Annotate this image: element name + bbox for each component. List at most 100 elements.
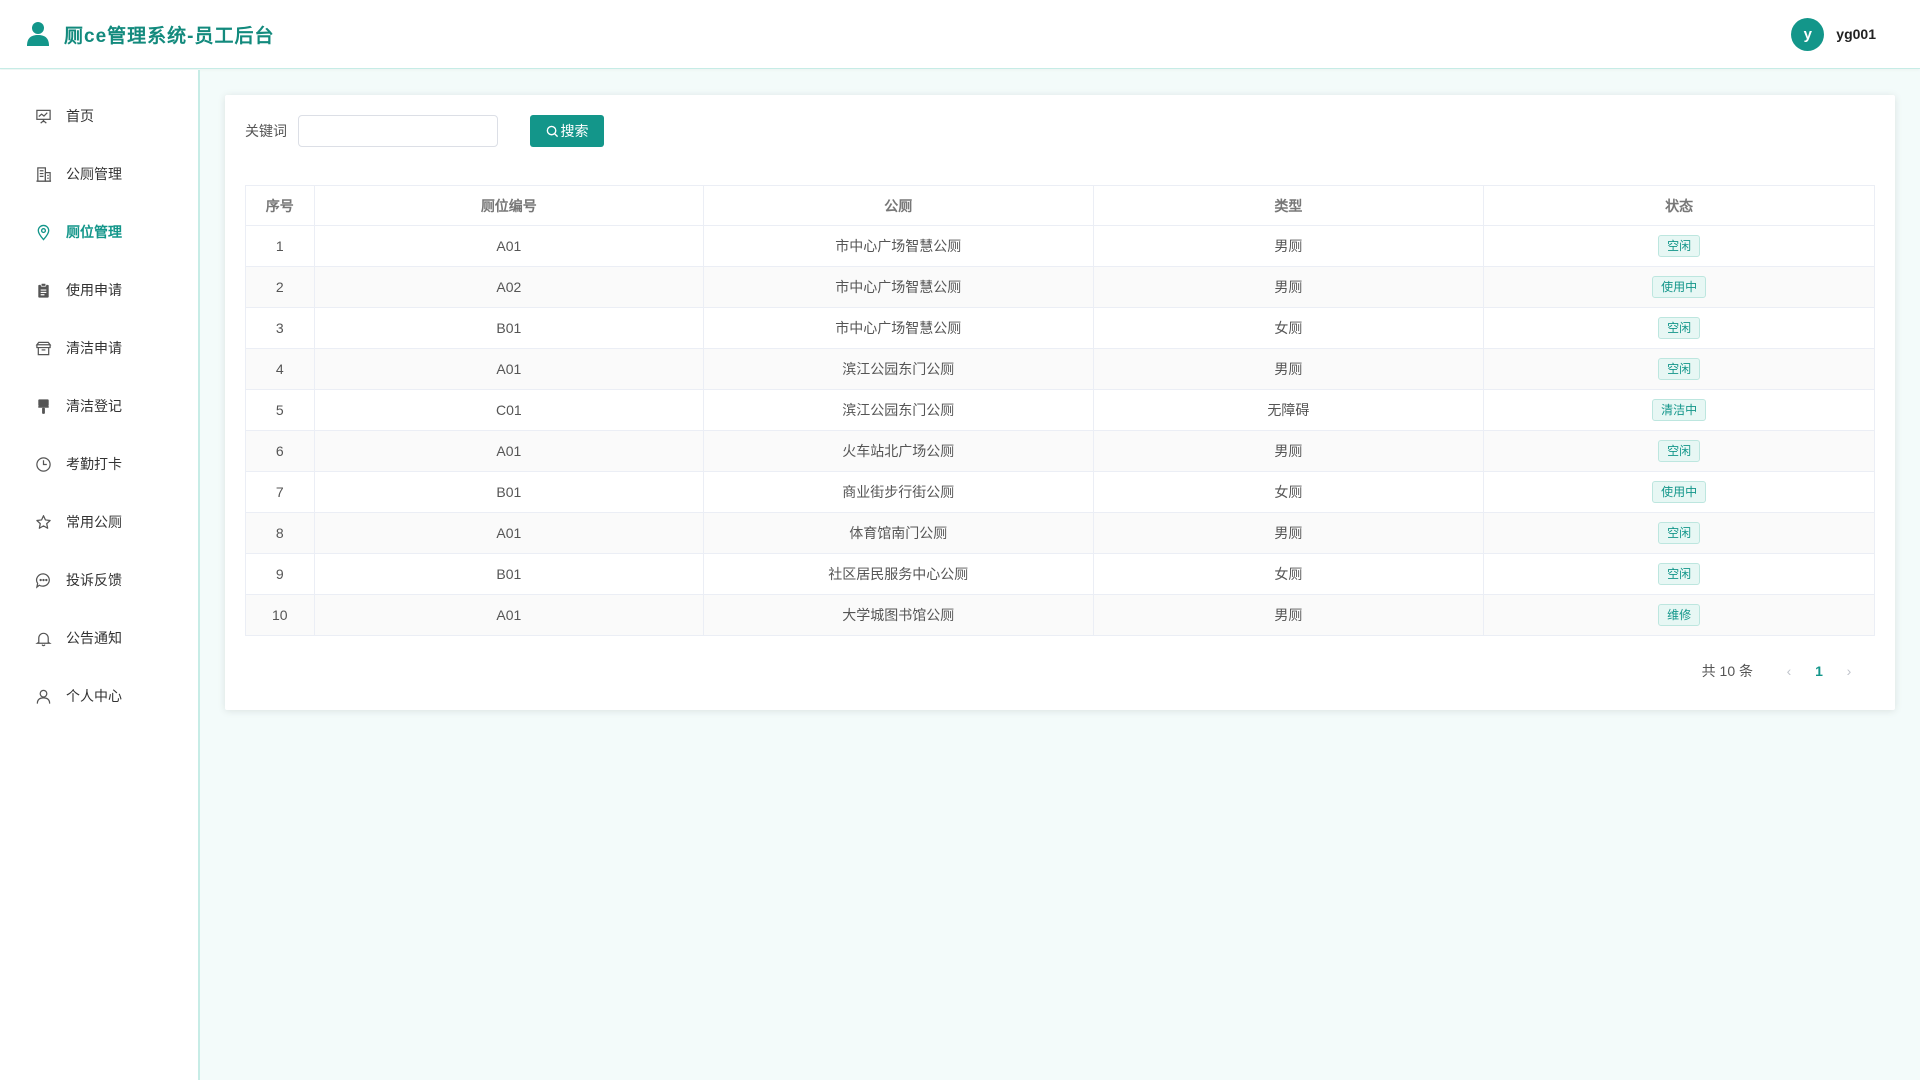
pagination: 共 10 条 ‹ 1 › xyxy=(1702,661,1859,681)
brush-icon xyxy=(38,398,49,414)
table-row[interactable]: 1 A01 市中心广场智慧公厕 男厕 空闲 xyxy=(245,225,1875,267)
sidebar-item-cleaning-request[interactable]: 清洁申请 xyxy=(0,319,198,377)
prev-page-icon[interactable]: ‹ xyxy=(1779,663,1799,679)
search-icon xyxy=(546,125,558,137)
table-row[interactable]: 10 A01 大学城图书馆公厕 男厕 维修 xyxy=(245,594,1875,636)
sidebar-item-profile[interactable]: 个人中心 xyxy=(0,667,198,725)
cell-status: 使用中 xyxy=(1483,471,1875,513)
cell-index: 9 xyxy=(245,553,315,595)
sidebar-item-cleaning-register[interactable]: 清洁登记 xyxy=(0,377,198,435)
chat-bubble-icon xyxy=(35,572,50,589)
page-number[interactable]: 1 xyxy=(1799,663,1839,679)
box-icon xyxy=(35,341,52,355)
cell-status: 清洁中 xyxy=(1483,389,1875,431)
sidebar-item-complaint-feedback[interactable]: 投诉反馈 xyxy=(0,551,198,609)
cell-status: 空闲 xyxy=(1483,430,1875,472)
column-header-type: 类型 xyxy=(1092,185,1485,226)
table-row[interactable]: 8 A01 体育馆南门公厕 男厕 空闲 xyxy=(245,512,1875,554)
bell-icon xyxy=(35,632,52,646)
total-count: 共 10 条 xyxy=(1701,663,1753,679)
cell-index: 10 xyxy=(245,594,315,636)
avatar[interactable]: y xyxy=(1791,17,1825,51)
table-row[interactable]: 3 B01 市中心广场智慧公厕 女厕 空闲 xyxy=(245,307,1875,349)
status-badge: 清洁中 xyxy=(1652,399,1707,421)
clock-icon xyxy=(36,456,51,472)
sidebar-item-toilet-management[interactable]: 公厕管理 xyxy=(0,145,198,203)
cell-stall-code: A02 xyxy=(313,266,705,308)
sidebar-item-announcements[interactable]: 公告通知 xyxy=(0,609,198,667)
cell-status: 空闲 xyxy=(1483,348,1875,390)
next-page-icon[interactable]: › xyxy=(1839,663,1859,679)
cell-stall-code: A01 xyxy=(313,348,705,390)
user-icon xyxy=(36,689,51,704)
sidebar-item-label: 厕位管理 xyxy=(66,224,122,240)
column-header-status: 状态 xyxy=(1483,185,1875,226)
cell-stall-code: B01 xyxy=(313,307,705,349)
table-row[interactable]: 7 B01 商业街步行街公厕 女厕 使用中 xyxy=(245,471,1875,513)
presentation-icon xyxy=(36,109,51,124)
cell-index: 4 xyxy=(245,348,315,390)
search-button[interactable]: 搜索 xyxy=(530,115,604,147)
username[interactable]: yg001 xyxy=(1836,26,1876,42)
status-badge: 空闲 xyxy=(1658,522,1701,544)
status-badge: 空闲 xyxy=(1658,317,1701,339)
cell-index: 8 xyxy=(245,512,315,554)
cell-status: 空闲 xyxy=(1483,512,1875,554)
search-bar: 关键词 搜索 xyxy=(245,115,604,147)
cell-toilet: 火车站北广场公厕 xyxy=(703,430,1094,472)
stall-table: 序号 厕位编号 公厕 类型 状态 1 A01 市中心广场智慧公厕 男厕 空闲 2… xyxy=(245,185,1875,636)
cell-status: 使用中 xyxy=(1483,266,1875,308)
status-badge: 空闲 xyxy=(1658,563,1701,585)
sidebar-item-label: 首页 xyxy=(66,108,94,124)
sidebar-item-attendance[interactable]: 考勤打卡 xyxy=(0,435,198,493)
cell-stall-code: A01 xyxy=(313,512,705,554)
cell-type: 女厕 xyxy=(1092,471,1485,513)
cell-type: 男厕 xyxy=(1092,225,1485,267)
top-header: 厕ce管理系统-员工后台 y yg001 xyxy=(0,0,1920,69)
cell-toilet: 商业街步行街公厕 xyxy=(703,471,1094,513)
cell-stall-code: A01 xyxy=(313,430,705,472)
sidebar-item-label: 考勤打卡 xyxy=(66,456,122,472)
cell-type: 男厕 xyxy=(1092,594,1485,636)
sidebar-item-label: 清洁申请 xyxy=(66,340,122,356)
sidebar-item-home[interactable]: 首页 xyxy=(0,87,198,145)
sidebar-item-label: 公告通知 xyxy=(66,630,122,646)
sidebar-item-stall-management[interactable]: 厕位管理 xyxy=(0,203,198,261)
table-row[interactable]: 5 C01 滨江公园东门公厕 无障碍 清洁中 xyxy=(245,389,1875,431)
keyword-input[interactable] xyxy=(298,115,498,147)
cell-type: 女厕 xyxy=(1092,553,1485,595)
star-icon xyxy=(36,514,51,529)
cell-type: 男厕 xyxy=(1092,266,1485,308)
cell-index: 1 xyxy=(245,225,315,267)
table-row[interactable]: 9 B01 社区居民服务中心公厕 女厕 空闲 xyxy=(245,553,1875,595)
cell-toilet: 社区居民服务中心公厕 xyxy=(703,553,1094,595)
cell-status: 空闲 xyxy=(1483,553,1875,595)
cell-index: 5 xyxy=(245,389,315,431)
sidebar-item-favorite-toilets[interactable]: 常用公厕 xyxy=(0,493,198,551)
cell-status: 空闲 xyxy=(1483,225,1875,267)
cell-stall-code: B01 xyxy=(313,471,705,513)
table-row[interactable]: 2 A02 市中心广场智慧公厕 男厕 使用中 xyxy=(245,266,1875,308)
search-button-label: 搜索 xyxy=(560,123,589,139)
user-menu[interactable]: y yg001 xyxy=(1791,17,1876,51)
cell-type: 女厕 xyxy=(1092,307,1485,349)
building-icon xyxy=(36,166,52,182)
app-title: 厕ce管理系统-员工后台 xyxy=(64,25,275,47)
content-card: 关键词 搜索 序号 厕位编号 公厕 类型 状态 1 A01 市中心广场智慧公厕 … xyxy=(225,95,1895,710)
cell-stall-code: A01 xyxy=(313,594,705,636)
table-row[interactable]: 4 A01 滨江公园东门公厕 男厕 空闲 xyxy=(245,348,1875,390)
cell-index: 3 xyxy=(245,307,315,349)
column-header-stall-code: 厕位编号 xyxy=(313,185,705,226)
sidebar-item-usage-request[interactable]: 使用申请 xyxy=(0,261,198,319)
sidebar-item-label: 常用公厕 xyxy=(66,514,122,530)
sidebar-item-label: 公厕管理 xyxy=(66,166,122,182)
cell-toilet: 滨江公园东门公厕 xyxy=(703,389,1094,431)
cell-index: 7 xyxy=(245,471,315,513)
cell-toilet: 市中心广场智慧公厕 xyxy=(703,225,1094,267)
table-row[interactable]: 6 A01 火车站北广场公厕 男厕 空闲 xyxy=(245,430,1875,472)
status-badge: 使用中 xyxy=(1652,276,1707,298)
cell-toilet: 市中心广场智慧公厕 xyxy=(703,307,1094,349)
status-badge: 使用中 xyxy=(1652,481,1707,503)
brand: 厕ce管理系统-员工后台 xyxy=(26,21,274,48)
location-pin-icon xyxy=(37,224,50,241)
